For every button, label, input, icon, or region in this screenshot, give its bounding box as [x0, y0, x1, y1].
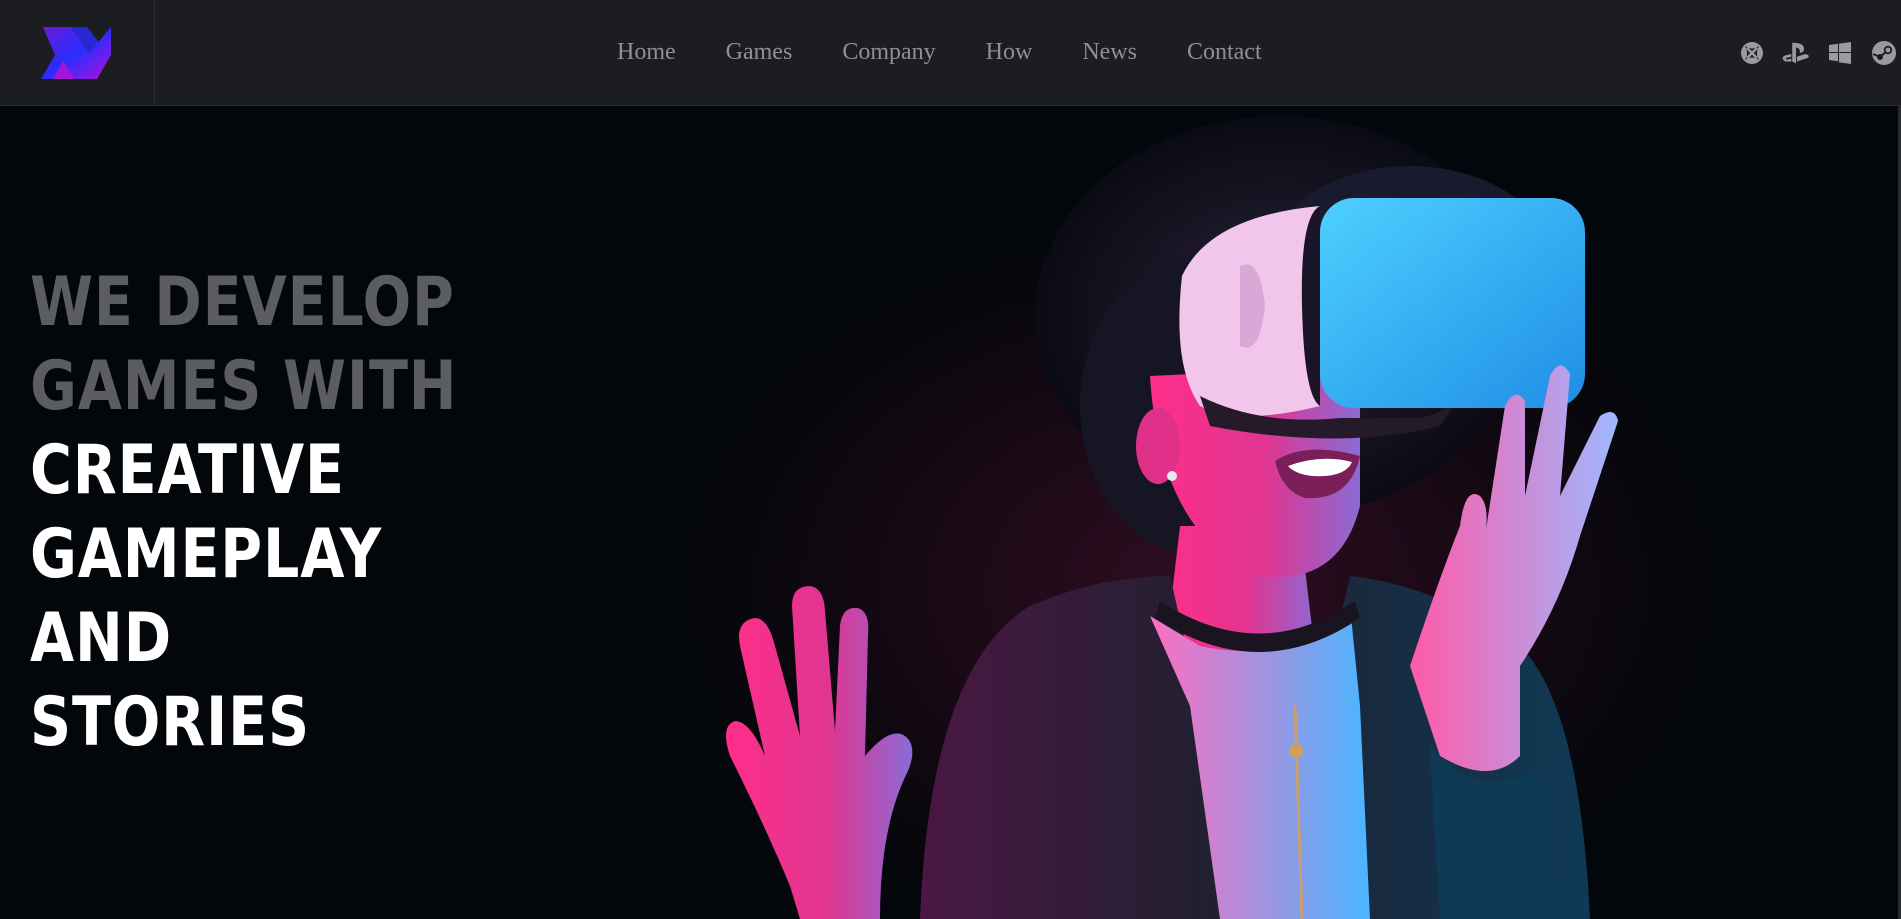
- headline-line-4: GAMEPLAY: [30, 515, 383, 594]
- playstation-link[interactable]: [1781, 38, 1811, 68]
- logo-link[interactable]: [0, 0, 155, 105]
- playstation-icon: [1782, 42, 1809, 63]
- nav-news[interactable]: News: [1082, 39, 1137, 66]
- headline-line-6: STORIES: [30, 683, 310, 762]
- headline-line-3: CREATIVE: [30, 431, 345, 510]
- xbox-icon: [1741, 41, 1763, 64]
- nav-company[interactable]: Company: [842, 39, 935, 66]
- vr-headset-woman-image: [680, 116, 1720, 919]
- headline-line-2: GAMES WITH: [30, 347, 458, 426]
- headline-line-1: WE DEVELOP: [30, 263, 455, 342]
- site-header: Home Games Company How News Contact: [0, 0, 1901, 106]
- windows-link[interactable]: [1825, 38, 1855, 68]
- main-nav: Home Games Company How News Contact: [617, 0, 1262, 105]
- nav-how[interactable]: How: [986, 39, 1033, 66]
- platform-links: [1737, 0, 1901, 105]
- hero-headline: WE DEVELOP GAMES WITH CREATIVE GAMEPLAY …: [30, 261, 457, 765]
- nav-home[interactable]: Home: [617, 39, 676, 66]
- headline-line-5: AND: [30, 599, 172, 678]
- page: Home Games Company How News Contact WE D…: [0, 0, 1901, 919]
- nav-games[interactable]: Games: [726, 39, 793, 66]
- windows-icon: [1829, 41, 1851, 64]
- steam-link[interactable]: [1869, 38, 1899, 68]
- steam-icon: [1872, 40, 1896, 65]
- xbox-link[interactable]: [1737, 38, 1767, 68]
- nav-contact[interactable]: Contact: [1187, 39, 1262, 66]
- brand-logo-icon: [41, 26, 111, 79]
- hero-section: WE DEVELOP GAMES WITH CREATIVE GAMEPLAY …: [0, 106, 1901, 919]
